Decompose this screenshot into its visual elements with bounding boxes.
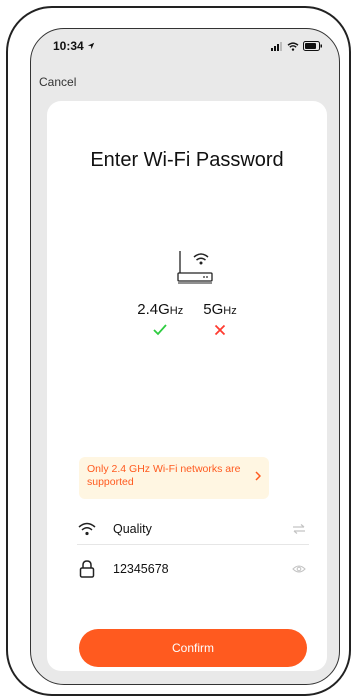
battery-icon <box>303 41 322 51</box>
status-time-text: 10:34 <box>53 39 84 53</box>
password-field[interactable]: 12345678 <box>77 553 309 585</box>
band-24ghz-label: 2.4GHz <box>137 301 184 318</box>
wifi-status-icon <box>287 41 299 51</box>
ssid-field[interactable]: Quality <box>77 513 309 545</box>
location-arrow-icon <box>87 42 94 50</box>
band-5ghz: 5GHz <box>203 301 237 336</box>
cross-icon <box>214 324 226 336</box>
password-value: 12345678 <box>113 562 169 576</box>
checkmark-icon <box>153 324 167 336</box>
signal-icon <box>271 41 282 51</box>
band-24ghz: 2.4GHz <box>137 301 183 336</box>
status-icons <box>271 41 323 51</box>
wifi-icon <box>77 519 97 539</box>
page-title: Enter Wi-Fi Password <box>90 149 284 171</box>
content-card: Enter Wi-Fi Password 2.4GHz 5GHz Only 2.… <box>47 101 327 671</box>
notice-text: Only 2.4 GHz Wi-Fi networks are supporte… <box>87 463 241 488</box>
lock-icon <box>77 559 97 579</box>
confirm-button[interactable]: Confirm <box>79 629 307 667</box>
status-time: 10:34 <box>53 39 95 53</box>
switch-network-icon[interactable] <box>289 519 309 539</box>
ssid-value: Quality <box>113 521 152 536</box>
cancel-button[interactable]: Cancel <box>39 75 76 89</box>
band-5ghz-label: 5GHz <box>203 301 237 318</box>
band-notice[interactable]: Only 2.4 GHz Wi-Fi networks are supporte… <box>79 457 269 499</box>
chevron-right-icon <box>255 471 261 481</box>
router-icon <box>177 251 213 284</box>
status-bar: 10:34 <box>31 29 339 63</box>
eye-icon[interactable] <box>289 559 309 579</box>
band-support: 2.4GHz 5GHz <box>47 301 327 336</box>
phone-screen: 10:34 Cancel Enter Wi-Fi Password 2.4GHz… <box>30 28 340 685</box>
